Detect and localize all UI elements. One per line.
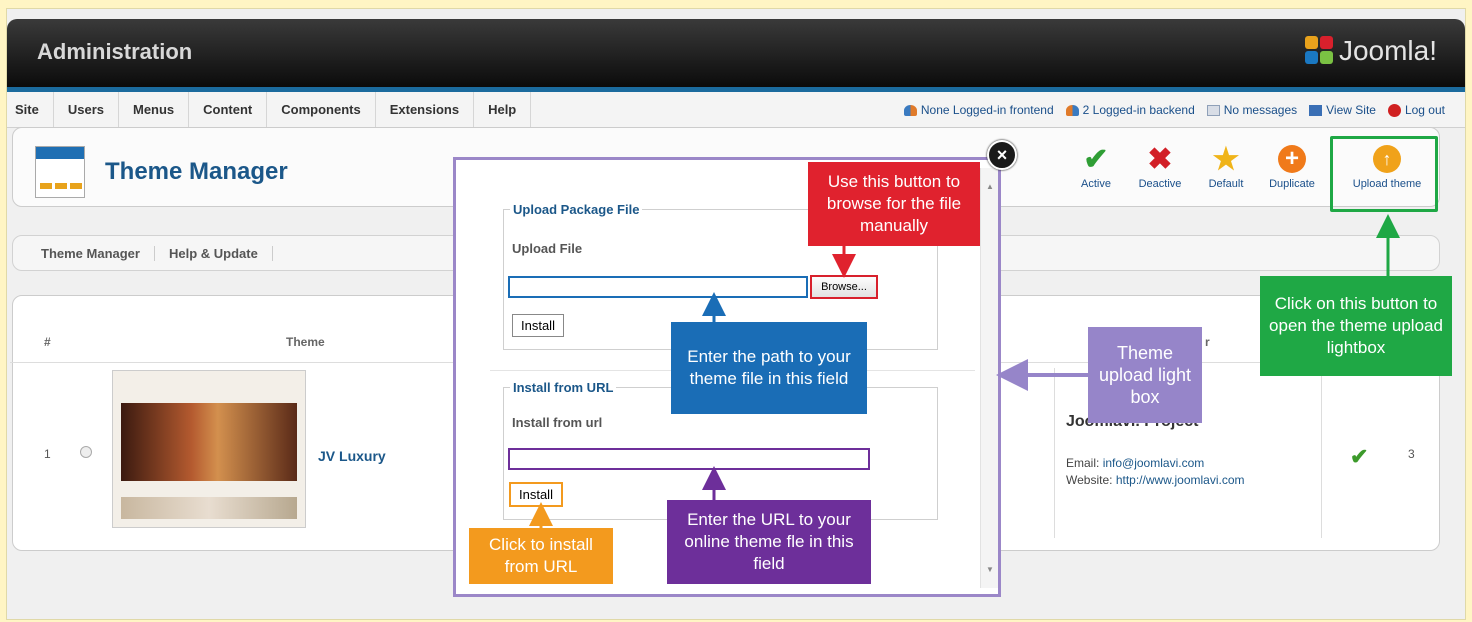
install-upload-button[interactable]: Install xyxy=(512,314,564,337)
install-url-label: Install from url xyxy=(512,415,603,430)
author-email: Email: info@joomlavi.com xyxy=(1066,456,1204,470)
theme-name[interactable]: JV Luxury xyxy=(318,448,386,464)
duplicate-label: Duplicate xyxy=(1269,178,1315,190)
upload-package-legend: Upload Package File xyxy=(513,202,640,217)
install-url-legend: Install from URL xyxy=(513,380,614,395)
menu-components[interactable]: Components xyxy=(267,91,376,128)
callout-lightbox: Theme upload light box xyxy=(1088,327,1202,423)
submenu-help-update[interactable]: Help & Update xyxy=(155,245,273,261)
users-icon xyxy=(1065,104,1079,116)
upload-file-input[interactable] xyxy=(508,276,808,298)
messages-status[interactable]: No messages xyxy=(1206,103,1298,117)
check-icon: ✔ xyxy=(1083,142,1109,176)
col-header-author: r xyxy=(1205,335,1210,349)
default-label: Default xyxy=(1208,178,1244,190)
logout-icon xyxy=(1387,103,1401,117)
frontend-status-label: None Logged-in frontend xyxy=(920,103,1054,117)
admin-title: Administration xyxy=(37,39,193,64)
menu-help[interactable]: Help xyxy=(474,91,532,128)
menu-users[interactable]: Users xyxy=(54,91,119,128)
joomla-logo-icon xyxy=(1304,36,1335,66)
upload-button-highlight xyxy=(1330,136,1438,212)
backend-status-label: 2 Logged-in backend xyxy=(1082,103,1195,117)
admin-header: Administration Joomla! xyxy=(7,19,1465,87)
deactive-label: Deactive xyxy=(1138,178,1182,190)
backend-status[interactable]: 2 Logged-in backend xyxy=(1065,103,1195,117)
row-radio[interactable] xyxy=(80,446,92,458)
mail-icon xyxy=(1206,104,1220,116)
upload-file-label: Upload File xyxy=(512,241,583,256)
deactive-button[interactable]: ✖ Deactive xyxy=(1130,140,1190,191)
row-count: 3 xyxy=(1408,447,1415,461)
menu-extensions[interactable]: Extensions xyxy=(376,91,475,128)
active-button[interactable]: ✔ Active xyxy=(1066,140,1126,191)
page-title: Theme Manager xyxy=(105,158,288,185)
enabled-check-icon[interactable]: ✔ xyxy=(1350,444,1368,470)
lightbox-scrollbar[interactable]: ▲ ▼ xyxy=(980,168,998,588)
frontend-status[interactable]: None Logged-in frontend xyxy=(903,103,1054,117)
theme-manager-icon xyxy=(35,146,85,198)
monitor-icon xyxy=(1309,104,1323,116)
callout-url: Enter the URL to your online theme fle i… xyxy=(667,500,871,584)
email-label: Email: xyxy=(1066,456,1100,470)
close-icon[interactable]: × xyxy=(987,140,1017,170)
author-website: Website: http://www.joomlavi.com xyxy=(1066,473,1245,487)
email-value[interactable]: info@joomlavi.com xyxy=(1103,456,1205,470)
plus-icon: + xyxy=(1262,140,1322,178)
callout-upload-button: Click on this button to open the theme u… xyxy=(1260,276,1452,376)
status-area: None Logged-in frontend 2 Logged-in back… xyxy=(903,92,1445,128)
duplicate-button[interactable]: + Duplicate xyxy=(1262,140,1322,190)
website-label: Website: xyxy=(1066,473,1113,487)
joomla-logo-text: Joomla! xyxy=(1338,35,1437,66)
submenu-theme-manager[interactable]: Theme Manager xyxy=(13,245,155,261)
theme-thumbnail xyxy=(112,370,306,528)
users-icon xyxy=(903,104,917,116)
website-value[interactable]: http://www.joomlavi.com xyxy=(1116,473,1245,487)
star-icon: ★ xyxy=(1212,142,1240,176)
menu-site[interactable]: Site xyxy=(7,91,54,128)
menu-menus[interactable]: Menus xyxy=(119,91,190,128)
active-label: Active xyxy=(1081,178,1111,190)
menu-content[interactable]: Content xyxy=(189,91,268,128)
install-url-button[interactable]: Install xyxy=(509,482,563,507)
view-site-link[interactable]: View Site xyxy=(1309,103,1376,117)
callout-browse: Use this button to browse for the file m… xyxy=(808,162,980,246)
joomla-logo[interactable]: Joomla! xyxy=(1304,35,1437,67)
browse-button[interactable]: Browse... xyxy=(810,275,878,299)
install-url-input[interactable] xyxy=(508,448,870,470)
messages-label: No messages xyxy=(1223,103,1298,117)
logout-label: Log out xyxy=(1404,103,1445,117)
x-icon: ✖ xyxy=(1147,142,1173,176)
view-site-label: View Site xyxy=(1326,103,1376,117)
logout-link[interactable]: Log out xyxy=(1387,103,1445,117)
callout-path: Enter the path to your theme file in thi… xyxy=(671,322,867,414)
row-num: 1 xyxy=(44,447,51,461)
col-header-theme: Theme xyxy=(286,335,325,349)
col-header-num: # xyxy=(44,335,51,349)
default-button[interactable]: ★ Default xyxy=(1196,140,1256,191)
callout-install-url: Click to install from URL xyxy=(469,528,613,584)
